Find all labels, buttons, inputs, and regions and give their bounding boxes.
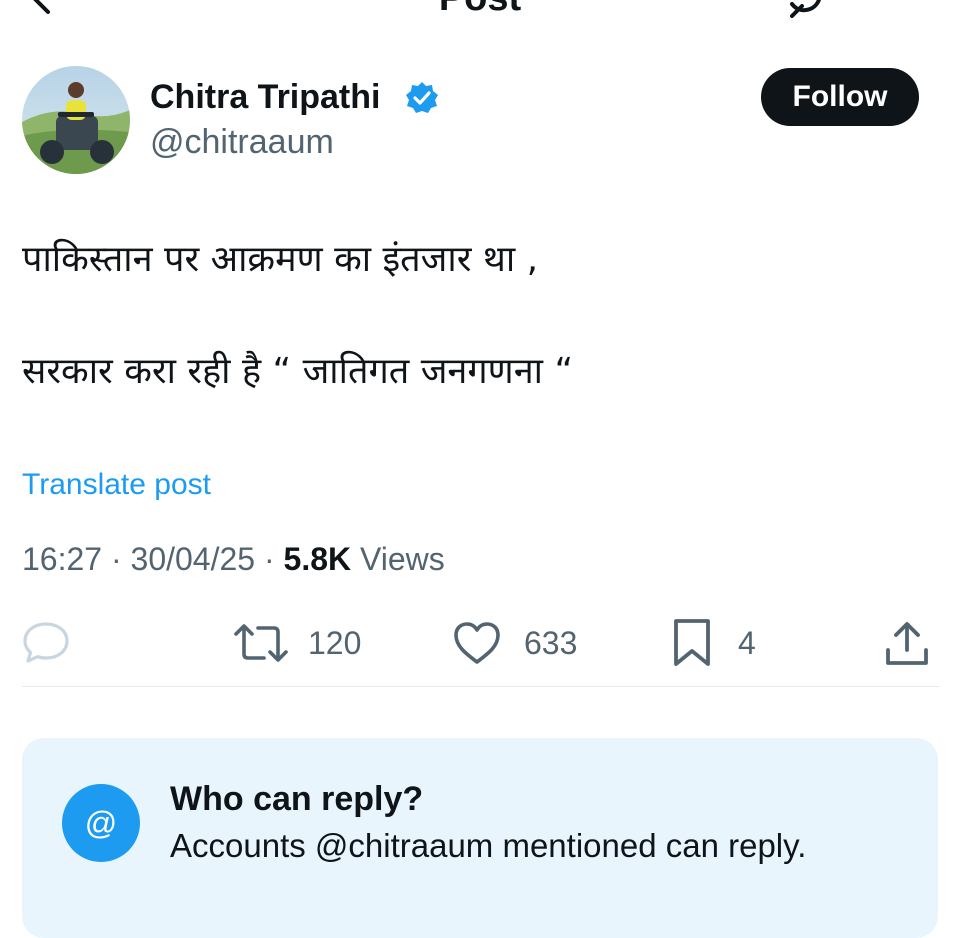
repost-icon: [234, 624, 288, 662]
bookmark-icon: [674, 619, 710, 666]
top-bar: Post: [0, 0, 960, 18]
verified-badge-icon: [406, 82, 438, 113]
share-button[interactable]: [884, 614, 934, 672]
meta-separator: ·: [255, 541, 284, 577]
like-button[interactable]: 633: [452, 614, 592, 672]
follow-button[interactable]: Follow: [761, 68, 919, 126]
reply-restriction-card: @ Who can reply? Accounts @chitraaum men…: [22, 738, 938, 938]
at-sign-icon: @: [62, 784, 140, 862]
post-text-line: सरकार करा रही है “ जातिगत जनगणना “: [22, 351, 574, 392]
repost-button[interactable]: 120: [232, 614, 372, 672]
divider: [22, 686, 940, 687]
bookmark-button[interactable]: 4: [672, 614, 772, 672]
reply-restriction-description: Accounts @chitraaum mentioned can reply.: [170, 827, 807, 864]
display-name[interactable]: Chitra Tripathi: [150, 76, 380, 118]
action-bar: 120 633 4: [0, 614, 960, 672]
views-label: Views: [351, 541, 445, 577]
post-time: 16:27: [22, 541, 103, 577]
like-count: 633: [524, 625, 578, 661]
translate-post-link[interactable]: Translate post: [22, 466, 211, 504]
avatar[interactable]: [22, 66, 130, 174]
post-text-line: पाकिस्तान पर आक्रमण का इंतजार था ,: [22, 239, 539, 280]
heart-icon: [454, 622, 500, 664]
share-icon: [886, 622, 928, 665]
reply-button[interactable]: [22, 614, 82, 672]
user-handle[interactable]: @chitraaum: [150, 122, 334, 162]
views-count[interactable]: 5.8K: [284, 541, 352, 577]
post-metadata: 16:27 · 30/04/25 · 5.8K Views: [22, 538, 445, 580]
grok-icon[interactable]: [786, 0, 826, 18]
post-date: 30/04/25: [130, 541, 256, 577]
repost-count: 120: [308, 625, 362, 661]
bookmark-count: 4: [738, 625, 756, 661]
reply-restriction-title: Who can reply?: [170, 780, 424, 818]
reply-icon: [23, 622, 69, 663]
meta-separator: ·: [102, 541, 131, 577]
